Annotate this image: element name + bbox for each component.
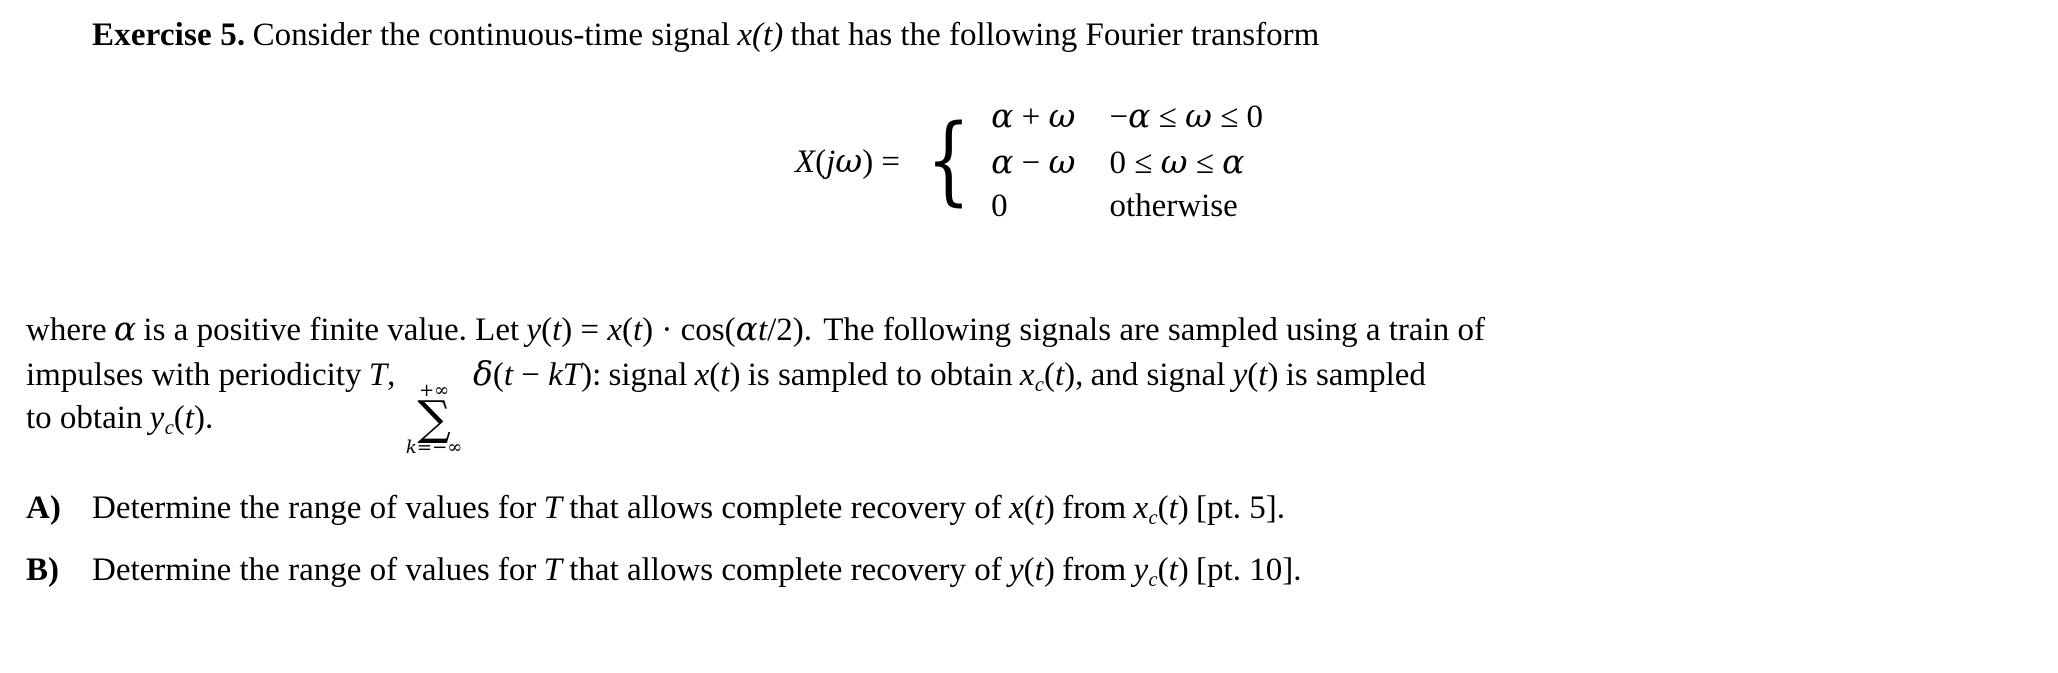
question-item-b: B) Determine the range of values for Tthat… <box>26 552 1301 592</box>
case-condition: otherwise <box>1109 188 1238 224</box>
inline-signal-x: x(t) <box>737 17 784 53</box>
item-a-text-c: from <box>1062 490 1127 526</box>
case-value: α − ω <box>991 142 1076 181</box>
item-a-label: A) <box>26 490 61 526</box>
item-b-text-a: Determine the range of values for <box>92 552 537 588</box>
text-positive-finite: is a positive finite value. Let <box>143 312 520 348</box>
text-to-obtain: to obtain <box>26 400 143 436</box>
document-page: Exercise 5. Consider the continuous-time … <box>0 0 2058 673</box>
symbol-alpha: α <box>113 309 137 348</box>
inline-signal-x2: x(t) <box>694 357 741 393</box>
case-value: α + ω <box>991 96 1076 135</box>
item-a-points: [pt. 5]. <box>1196 490 1285 526</box>
inline-signal-xc: xc(t), <box>1019 357 1084 397</box>
impulse-train-term: δ(t − kT): <box>472 354 602 393</box>
inline-signal-y: y(t) <box>1232 357 1279 393</box>
question-item-a: A) Determine the range of values for Tthat… <box>26 490 1285 530</box>
item-b-text-b: that allows complete recovery of <box>569 552 1002 588</box>
body-paragraph: where α is a positive finite value. Let y(t… <box>26 306 2038 458</box>
summation-symbol: +∞ ∑ k=−∞ <box>406 382 463 457</box>
exercise-label: Exercise 5. <box>92 17 246 53</box>
paragraph-line-1: where α is a positive finite value. Let y(t… <box>26 306 2038 351</box>
case-value: 0 <box>991 188 1008 224</box>
exercise-heading: Exercise 5. Consider the continuous-time … <box>92 16 1319 55</box>
paragraph-line-3: to obtain yc(t). <box>26 396 2038 441</box>
item-a-signal-x: x(t) <box>1009 490 1055 526</box>
item-b-text-c: from <box>1062 552 1127 588</box>
cases-brace-icon: { <box>926 104 971 217</box>
item-b-points: [pt. 10]. <box>1196 552 1302 588</box>
item-b-signal-yc: yc(t) <box>1133 552 1189 592</box>
exercise-statement-intro: Consider the continuous-time signal <box>252 17 731 53</box>
definition-y: y(t) = x(t) · cos(αt/2). <box>526 309 813 348</box>
text-and-signal: and signal <box>1090 357 1226 393</box>
text-impulses: impulses with periodicity <box>26 357 362 393</box>
display-equation: X(jω) = { α + ω −α ≤ ω ≤ 0 α − ω 0 ≤ ω ≤… <box>0 96 2058 225</box>
paragraph-line-2: impulses with periodicity T, +∞ ∑ k=−∞ δ(t − … <box>26 354 1426 458</box>
summation-lower-limit: k=−∞ <box>405 436 463 458</box>
sigma-icon: ∑ <box>417 392 451 447</box>
inline-signal-yc: yc(t). <box>149 400 214 440</box>
item-a-var-T: T <box>543 490 562 526</box>
exercise-statement-outro: that has the following Fourier transform <box>790 17 1320 53</box>
case-condition: 0 ≤ ω ≤ α <box>1109 142 1245 181</box>
text-where: where <box>26 312 107 348</box>
item-a-text-a: Determine the range of values for <box>92 490 537 526</box>
item-a-text: Determine the range of values for Tthat a… <box>92 490 1285 530</box>
item-b-signal-y: y(t) <box>1009 552 1055 588</box>
text-following-signals: The following signals are sampled using … <box>823 312 1485 348</box>
cases-block: α + ω −α ≤ ω ≤ 0 α − ω 0 ≤ ω ≤ α 0 other… <box>991 96 1263 225</box>
text-sampled-to-obtain: is sampled to obtain <box>747 357 1013 393</box>
equation-lhs: X(jω) = <box>794 140 901 180</box>
item-b-text: Determine the range of values for Tthat a… <box>92 552 1302 592</box>
item-b-label: B) <box>26 552 59 588</box>
text-is-sampled: is sampled <box>1285 357 1426 393</box>
case-condition: −α ≤ ω ≤ 0 <box>1109 96 1264 135</box>
symbol-period-T: T <box>368 357 388 393</box>
item-a-text-b: that allows complete recovery of <box>569 490 1002 526</box>
item-a-signal-xc: xc(t) <box>1133 490 1189 530</box>
item-b-var-T: T <box>543 552 562 588</box>
text-signal: signal <box>608 357 688 393</box>
